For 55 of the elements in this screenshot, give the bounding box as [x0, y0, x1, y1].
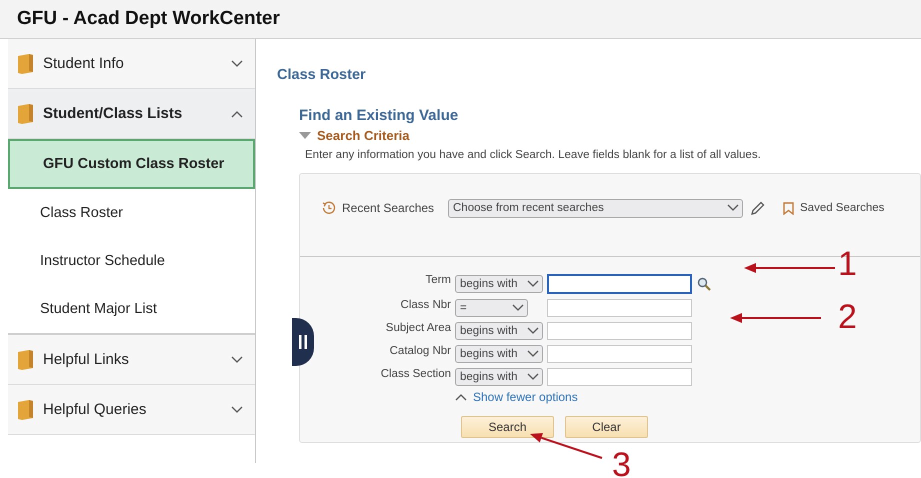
folder-icon — [18, 54, 33, 74]
operator-dropdown[interactable]: = — [455, 299, 528, 317]
field-label: Term — [424, 274, 452, 286]
operator-dropdown[interactable]: begins with — [455, 322, 543, 340]
instructions: Enter any information you have and click Search. Leave fields blank for a list of all values. — [305, 149, 762, 161]
sidebar-item[interactable]: GFU Custom Class Roster — [8, 139, 255, 189]
recent-searches-dropdown[interactable]: Choose from recent searches — [448, 198, 743, 218]
caret-icon — [512, 304, 524, 312]
search-field[interactable] — [547, 322, 692, 340]
expand-icon — [231, 356, 243, 364]
operator-dropdown[interactable]: begins with — [455, 345, 543, 363]
bookmark-icon — [783, 202, 794, 214]
recent-searches-label: Recent Searches — [342, 201, 436, 215]
section-toggle[interactable]: Search Criteria — [299, 128, 921, 143]
pencil-icon[interactable] — [750, 200, 765, 216]
caret-icon — [527, 350, 539, 358]
saved-searches-link[interactable]: Saved Searches — [800, 202, 884, 214]
clear-button[interactable]: Clear — [565, 416, 648, 438]
section-heading: Find an Existing Value — [299, 107, 460, 124]
operator-dropdown[interactable]: begins with — [455, 368, 543, 386]
caret-icon — [727, 204, 739, 212]
search-field[interactable] — [547, 299, 692, 317]
folder-icon — [18, 400, 33, 420]
chevron-up-icon — [455, 393, 467, 401]
search-icon[interactable] — [697, 277, 711, 291]
collapse-icon — [231, 110, 243, 118]
sidebar-group[interactable]: Student Info — [8, 39, 255, 89]
search-field[interactable] — [547, 345, 692, 363]
field-label: Subject Area — [384, 322, 452, 334]
caret-icon — [527, 373, 539, 381]
expand-icon — [231, 60, 243, 68]
sidebar-group[interactable]: Student/Class Lists — [8, 89, 255, 139]
field-label: Class Nbr — [400, 299, 452, 311]
history-icon — [322, 201, 336, 215]
search-field[interactable] — [547, 368, 692, 386]
annotation-number: 1 — [838, 247, 857, 281]
expand-icon — [231, 406, 243, 414]
sidebar-group[interactable]: Helpful Queries — [8, 385, 255, 435]
caret-icon — [527, 327, 539, 335]
search-button[interactable]: Search — [461, 416, 554, 438]
operator-dropdown[interactable]: begins with — [455, 275, 543, 293]
annotation-number: 2 — [838, 300, 857, 334]
field-label: Catalog Nbr — [388, 345, 452, 357]
sidebar-group[interactable]: Helpful Links — [8, 335, 255, 385]
annotation-number: 3 — [612, 448, 631, 478]
search-field[interactable] — [547, 274, 692, 294]
caret-icon — [527, 280, 539, 288]
folder-icon — [18, 104, 33, 124]
page-title: Class Roster — [277, 67, 367, 83]
triangle-icon — [299, 132, 311, 140]
folder-icon — [18, 350, 33, 370]
show-fewer-options-link[interactable]: Show fewer options — [473, 390, 578, 404]
field-label: Class Section — [380, 368, 452, 380]
pause-icon — [299, 335, 307, 349]
window-title: GFU - Acad Dept WorkCenter — [17, 8, 280, 30]
